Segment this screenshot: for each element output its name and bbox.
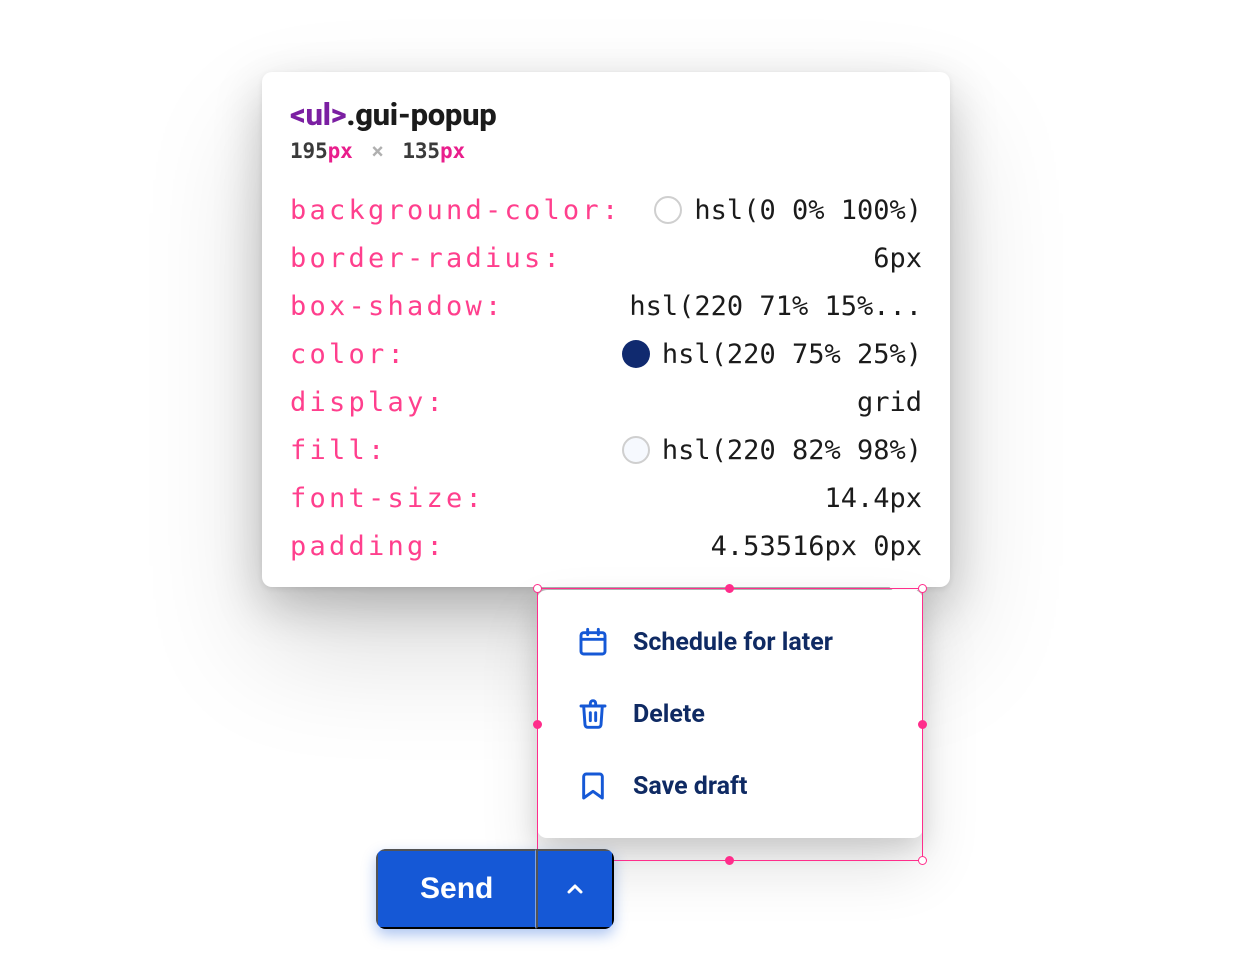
tooltip-class: .gui-popup (346, 96, 496, 133)
css-property-name: padding (290, 531, 446, 562)
css-property-name: background-color (290, 195, 621, 226)
send-caret-button[interactable] (536, 849, 614, 929)
css-property-row: padding 4.53516px 0px (290, 529, 922, 563)
tooltip-dim-sep: × (371, 139, 384, 163)
resize-handle (725, 856, 734, 865)
css-property-name: border-radius (290, 243, 563, 274)
tooltip-tag: <ul> (290, 96, 346, 133)
css-property-row: font-size 14.4px (290, 481, 922, 515)
bookmark-icon (577, 770, 609, 802)
tooltip-width-num: 195 (290, 139, 328, 163)
css-property-value: hsl(220 82% 98%) (622, 435, 922, 466)
css-property-name: color (290, 339, 407, 370)
css-property-value-text: hsl(220 75% 25%) (662, 339, 922, 370)
color-swatch (622, 436, 650, 464)
tooltip-height-num: 135 (402, 139, 440, 163)
css-property-value: hsl(0 0% 100%) (654, 195, 922, 226)
tooltip-width-unit: px (328, 139, 353, 163)
css-property-value: hsl(220 71% 15%... (629, 291, 922, 322)
tooltip-height-unit: px (440, 139, 465, 163)
popup-item-schedule-for-later[interactable]: Schedule for later (537, 606, 923, 678)
css-property-name: fill (290, 435, 387, 466)
css-property-value-text: 14.4px (824, 483, 922, 514)
css-property-row: fill hsl(220 82% 98%) (290, 433, 922, 467)
css-property-value: 4.53516px 0px (711, 531, 922, 562)
css-property-value: grid (857, 387, 922, 418)
tooltip-properties: background-color hsl(0 0% 100%) border-rad… (290, 193, 922, 563)
calendar-icon (577, 626, 609, 658)
popup-item-label: Delete (633, 700, 705, 729)
color-swatch (654, 196, 682, 224)
css-property-row: box-shadow hsl(220 71% 15%... (290, 289, 922, 323)
css-property-value-text: hsl(220 71% 15%... (629, 291, 922, 322)
css-property-row: border-radius 6px (290, 241, 922, 275)
css-property-row: background-color hsl(0 0% 100%) (290, 193, 922, 227)
popup-item-save-draft[interactable]: Save draft (537, 750, 923, 822)
css-property-name: display (290, 387, 446, 418)
css-property-value: 6px (873, 243, 922, 274)
gui-popup[interactable]: Schedule for later Delete Save draft (537, 590, 923, 838)
tooltip-dimensions: 195px × 135px (290, 139, 922, 163)
color-swatch (622, 340, 650, 368)
popup-item-delete[interactable]: Delete (537, 678, 923, 750)
popup-item-label: Schedule for later (633, 628, 833, 657)
css-property-value-text: 6px (873, 243, 922, 274)
send-split-button: Send (376, 849, 614, 929)
trash-icon (577, 698, 609, 730)
devtools-element-tooltip: <ul>.gui-popup 195px × 135px background-… (262, 72, 950, 587)
css-property-row: display grid (290, 385, 922, 419)
chevron-up-icon (563, 877, 587, 901)
css-property-name: box-shadow (290, 291, 504, 322)
css-property-name: font-size (290, 483, 485, 514)
css-property-value: hsl(220 75% 25%) (622, 339, 922, 370)
css-property-value: 14.4px (824, 483, 922, 514)
send-button[interactable]: Send (376, 849, 536, 929)
css-property-value-text: grid (857, 387, 922, 418)
popup-item-label: Save draft (633, 772, 747, 801)
css-property-value-text: 4.53516px 0px (711, 531, 922, 562)
css-property-value-text: hsl(0 0% 100%) (694, 195, 922, 226)
resize-handle (918, 856, 927, 865)
send-button-label: Send (420, 872, 493, 906)
css-property-value-text: hsl(220 82% 98%) (662, 435, 922, 466)
tooltip-title: <ul>.gui-popup (290, 96, 922, 133)
css-property-row: color hsl(220 75% 25%) (290, 337, 922, 371)
